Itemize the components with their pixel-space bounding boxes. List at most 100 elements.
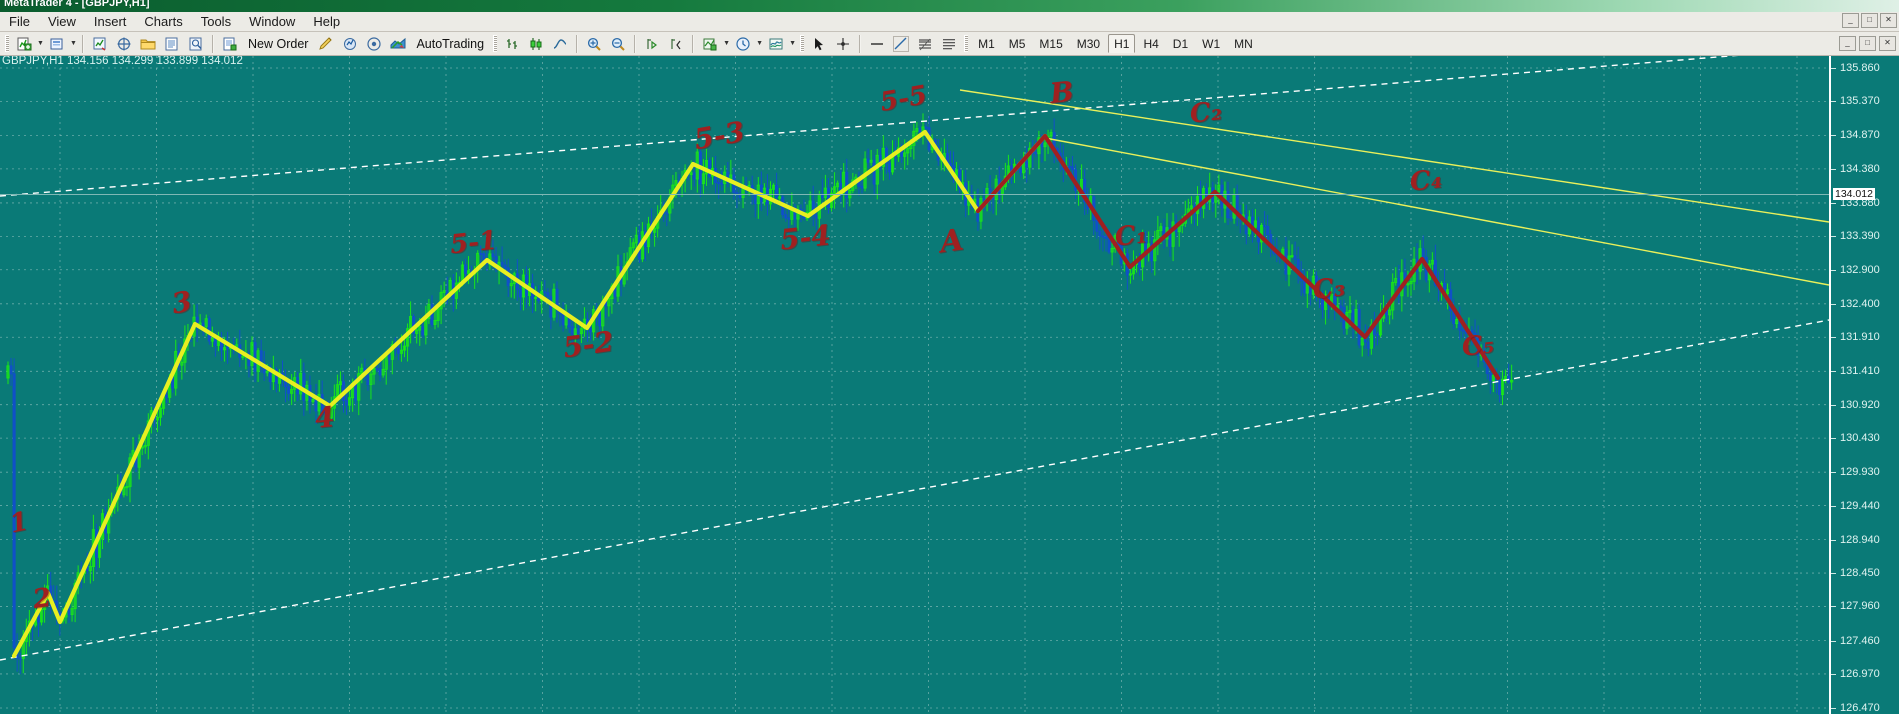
data-folder-icon[interactable] — [137, 33, 159, 55]
price-tick-3: 134.380 — [1831, 163, 1880, 175]
window-title: MetaTrader 4 - [GBPJPY,H1] — [4, 0, 150, 9]
minimize-button[interactable]: _ — [1842, 13, 1859, 28]
templates-icon[interactable] — [765, 33, 787, 55]
menu-item-view[interactable]: View — [39, 13, 85, 31]
new-order-button[interactable]: New Order — [243, 33, 313, 55]
menu-bar: File View Insert Charts Tools Window Hel… — [0, 12, 1899, 32]
toolbar-separator — [82, 34, 84, 53]
toolbar-grip-3[interactable] — [800, 35, 805, 52]
market-watch-icon[interactable] — [89, 33, 111, 55]
toolbar-grip-2[interactable] — [493, 35, 498, 52]
new-chart-icon[interactable] — [13, 33, 35, 55]
maximize-button[interactable]: □ — [1861, 13, 1878, 28]
mdi-close-button[interactable]: ✕ — [1879, 36, 1896, 51]
timeframe-w1[interactable]: W1 — [1196, 34, 1226, 53]
wave-c3: C₃ — [1311, 272, 1347, 306]
current-price-label: 134.012 — [1833, 187, 1875, 200]
fibonacci-icon[interactable] — [914, 33, 936, 55]
menu-item-file[interactable]: File — [0, 13, 39, 31]
timeframe-m5[interactable]: M5 — [1003, 34, 1032, 53]
menu-item-charts[interactable]: Charts — [135, 13, 191, 31]
timeframe-mn[interactable]: MN — [1228, 34, 1259, 53]
price-tick-18: 126.970 — [1831, 668, 1880, 680]
periods-icon[interactable] — [732, 33, 754, 55]
mdi-restore-button[interactable]: □ — [1859, 36, 1876, 51]
zoom-in-icon[interactable] — [583, 33, 605, 55]
price-tick-0: 135.860 — [1831, 62, 1880, 74]
timeframe-h4[interactable]: H4 — [1137, 34, 1164, 53]
toolbar-separator-4 — [634, 34, 637, 53]
price-tick-11: 130.430 — [1831, 432, 1880, 444]
toolbar-separator-2 — [212, 34, 214, 53]
indicators-icon[interactable] — [699, 33, 721, 55]
menu-item-window[interactable]: Window — [240, 13, 304, 31]
wave-c1: C₁ — [1113, 219, 1149, 253]
mdi-minimize-button[interactable]: _ — [1839, 36, 1856, 51]
price-tick-6: 132.900 — [1831, 264, 1880, 276]
close-button[interactable]: ✕ — [1880, 13, 1897, 28]
price-tick-19: 126.470 — [1831, 702, 1880, 714]
price-tick-7: 132.400 — [1831, 298, 1880, 310]
menu-item-insert[interactable]: Insert — [85, 13, 136, 31]
timeframe-m1[interactable]: M1 — [972, 34, 1001, 53]
crosshair-icon[interactable] — [832, 33, 854, 55]
channel-line-lower — [1044, 137, 1829, 286]
price-tick-13: 129.440 — [1831, 500, 1880, 512]
metaeditor-icon[interactable] — [315, 33, 337, 55]
toolbar-grip[interactable] — [5, 35, 9, 52]
autotrading-button[interactable]: AutoTrading — [411, 33, 489, 55]
menu-item-help[interactable]: Help — [304, 13, 349, 31]
strategy-tester-icon[interactable] — [185, 33, 207, 55]
timeframe-h1[interactable]: H1 — [1108, 34, 1136, 53]
trendline-upper — [0, 56, 1739, 197]
price-tick-15: 128.450 — [1831, 567, 1880, 579]
periods-dropdown-icon[interactable]: ▼ — [755, 34, 764, 54]
chart-window[interactable]: GBPJPY,H1 134.156 134.299 133.899 134.01… — [0, 56, 1899, 714]
price-tick-17: 127.460 — [1831, 635, 1880, 647]
toolbar-separator-3 — [576, 34, 579, 53]
price-tick-10: 130.920 — [1831, 399, 1880, 411]
profiles-dropdown-icon[interactable]: ▼ — [69, 34, 78, 54]
timeframe-d1[interactable]: D1 — [1167, 34, 1194, 53]
price-axis[interactable]: 135.860 135.370 134.870 134.380 133.880 133.3… — [1829, 56, 1899, 714]
auto-scroll-icon[interactable] — [641, 33, 663, 55]
autotrading-icon[interactable] — [363, 33, 385, 55]
zoom-out-icon[interactable] — [607, 33, 629, 55]
line-chart-icon[interactable] — [549, 33, 571, 55]
window-controls: _ □ ✕ — [1842, 13, 1897, 28]
toolbar-grip-4[interactable] — [964, 35, 969, 52]
price-tick-9: 131.410 — [1831, 365, 1880, 377]
bar-chart-icon[interactable] — [501, 33, 523, 55]
price-tick-8: 131.910 — [1831, 331, 1880, 343]
wave-5-2: 5-2 — [560, 324, 616, 365]
window-title-bar: MetaTrader 4 - [GBPJPY,H1] — [0, 0, 1899, 12]
price-tick-12: 129.930 — [1831, 466, 1880, 478]
chart-plot-area[interactable]: 1 2 3 4 5-1 5-2 5-3 5-4 5-5 A B C₁ C₂ C₃ C₄ C₅ — [0, 56, 1829, 714]
channel-icon[interactable] — [890, 33, 912, 55]
autotrading-toggle-icon[interactable] — [387, 33, 409, 55]
terminal-icon[interactable] — [161, 33, 183, 55]
main-toolbar: ▼ ▼ New Order AutoTrading ▼ ▼ ▼ M1 M5 M1… — [0, 32, 1899, 56]
indicators-dropdown-icon[interactable]: ▼ — [722, 34, 731, 54]
impulse-wave-line — [11, 129, 1048, 659]
menu-item-tools[interactable]: Tools — [192, 13, 240, 31]
profiles-icon[interactable] — [46, 33, 68, 55]
wave-5-1: 5-1 — [448, 225, 499, 261]
current-price-line — [0, 193, 1829, 195]
toolbar-separator-5 — [692, 34, 695, 53]
cursor-icon[interactable] — [808, 33, 830, 55]
mdi-window-controls: _ □ ✕ — [1839, 36, 1896, 51]
chart-shift-icon[interactable] — [665, 33, 687, 55]
trendline-icon[interactable] — [866, 33, 888, 55]
candlestick-chart-icon[interactable] — [525, 33, 547, 55]
chart-dropdown-icon[interactable]: ▼ — [36, 34, 45, 54]
wave-c2: C₂ — [1188, 96, 1224, 130]
text-icon[interactable] — [938, 33, 960, 55]
new-order-icon[interactable] — [219, 33, 241, 55]
timeframe-m15[interactable]: M15 — [1033, 34, 1068, 53]
drawings-layer — [0, 56, 1829, 661]
navigator-icon[interactable] — [113, 33, 135, 55]
expert-advisors-icon[interactable] — [339, 33, 361, 55]
timeframe-m30[interactable]: M30 — [1071, 34, 1106, 53]
templates-dropdown-icon[interactable]: ▼ — [788, 34, 797, 54]
